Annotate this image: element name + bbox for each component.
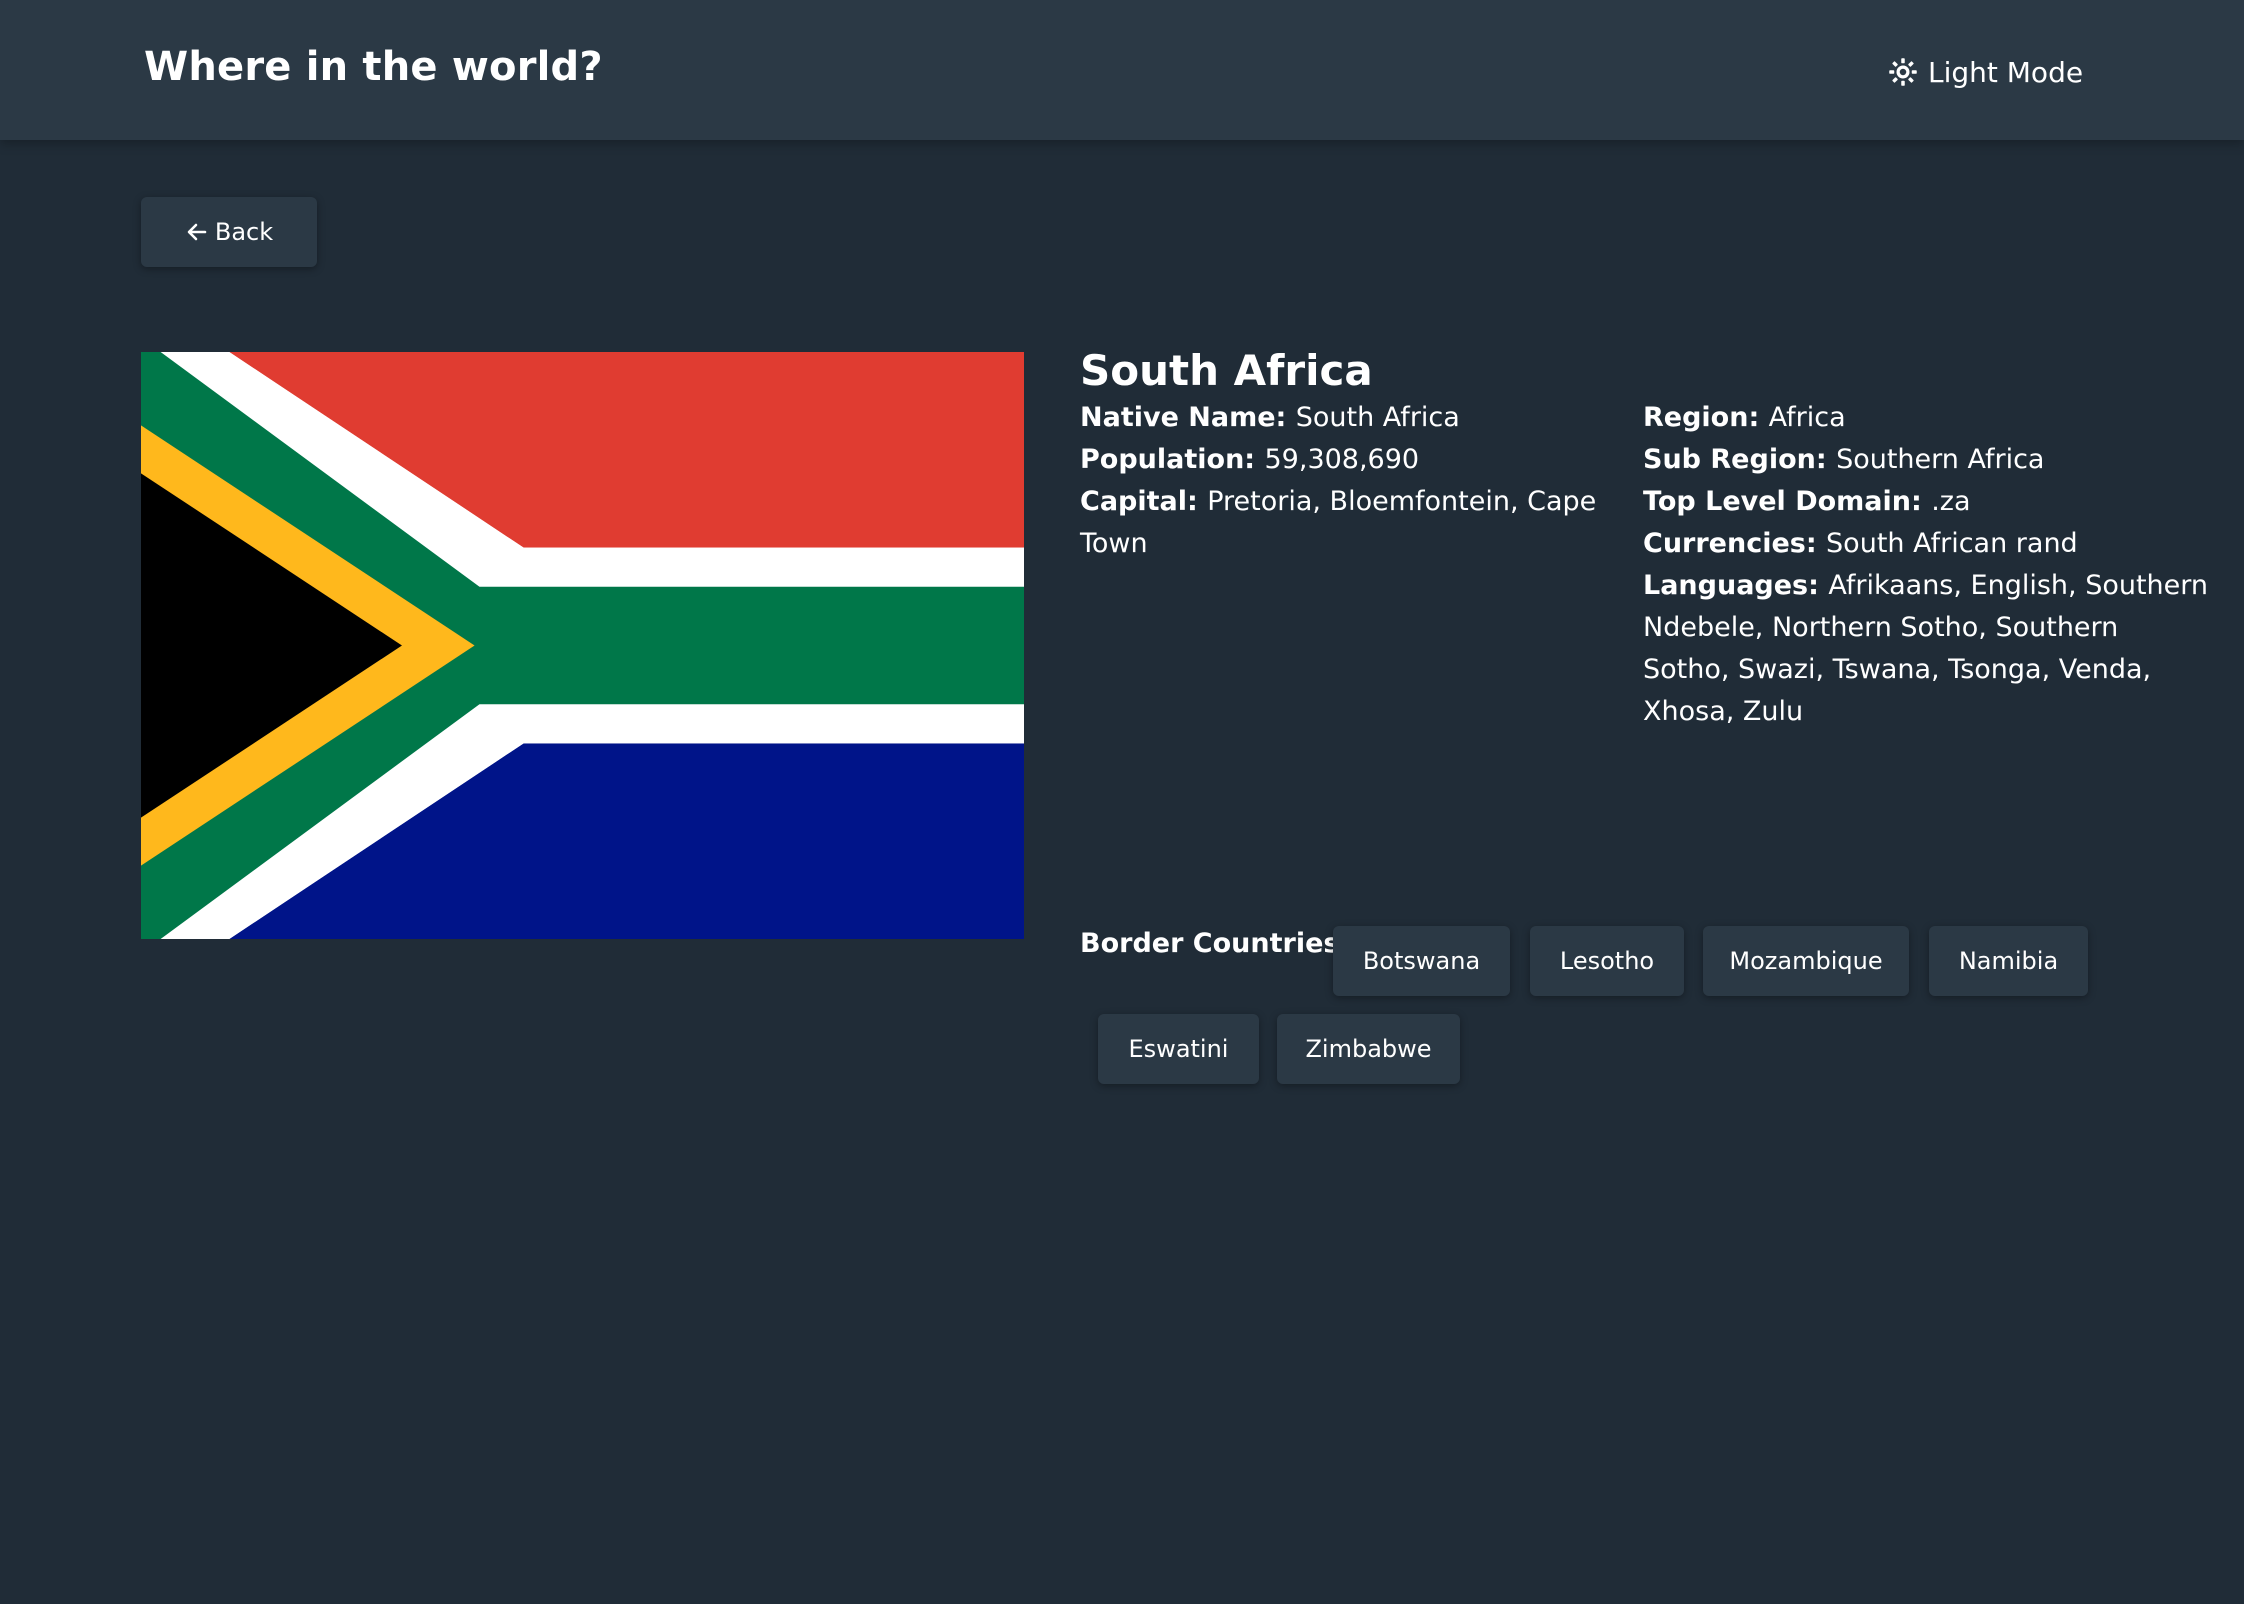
detail-label: Region: — [1643, 402, 1769, 433]
detail-languages: Languages: Afrikaans, English, Southern … — [1643, 565, 2213, 733]
theme-toggle-button[interactable]: Light Mode — [1888, 50, 2083, 94]
detail-value: South African rand — [1826, 528, 2078, 559]
detail-top-level-domain: Top Level Domain: .za — [1643, 481, 2213, 523]
detail-label: Population: — [1080, 444, 1265, 475]
detail-capital: Capital: Pretoria, Bloemfontein, Cape To… — [1080, 481, 1640, 565]
detail-value: Africa — [1768, 402, 1846, 433]
detail-value: .za — [1931, 486, 1971, 517]
detail-label: Languages: — [1643, 570, 1829, 601]
detail-value: Southern Africa — [1836, 444, 2045, 475]
detail-label: Top Level Domain: — [1643, 486, 1932, 517]
border-country-chip-eswatini[interactable]: Eswatini — [1098, 1014, 1259, 1084]
theme-toggle-label: Light Mode — [1928, 55, 2084, 89]
detail-region: Region: Africa — [1643, 397, 2213, 439]
detail-population: Population: 59,308,690 — [1080, 439, 1640, 481]
detail-native-name: Native Name: South Africa — [1080, 397, 1640, 439]
border-country-chip-mozambique[interactable]: Mozambique — [1703, 926, 1909, 996]
sun-icon — [1888, 57, 1918, 87]
border-countries-label: Border Countries: — [1080, 928, 1351, 959]
arrow-left-icon — [185, 220, 209, 244]
border-country-chip-namibia[interactable]: Namibia — [1929, 926, 2088, 996]
border-country-chip-zimbabwe[interactable]: Zimbabwe — [1277, 1014, 1460, 1084]
detail-label: Native Name: — [1080, 402, 1296, 433]
country-flag — [141, 352, 1024, 939]
detail-label: Sub Region: — [1643, 444, 1837, 475]
detail-label: Currencies: — [1643, 528, 1827, 559]
back-button-label: Back — [214, 218, 274, 246]
border-country-chip-botswana[interactable]: Botswana — [1333, 926, 1510, 996]
app-header: Where in the world? Light Mode — [0, 0, 2244, 140]
detail-value: South Africa — [1295, 402, 1460, 433]
detail-sub-region: Sub Region: Southern Africa — [1643, 439, 2213, 481]
country-name: South Africa — [1080, 346, 1373, 395]
detail-value: 59,308,690 — [1264, 444, 1420, 475]
detail-currencies: Currencies: South African rand — [1643, 523, 2213, 565]
details-right: Region: Africa Sub Region: Southern Afri… — [1643, 397, 2213, 733]
back-button[interactable]: Back — [141, 197, 317, 267]
detail-label: Capital: — [1080, 486, 1208, 517]
border-country-chip-lesotho[interactable]: Lesotho — [1530, 926, 1684, 996]
details-left: Native Name: South Africa Population: 59… — [1080, 397, 1640, 565]
app-title: Where in the world? — [144, 44, 603, 90]
